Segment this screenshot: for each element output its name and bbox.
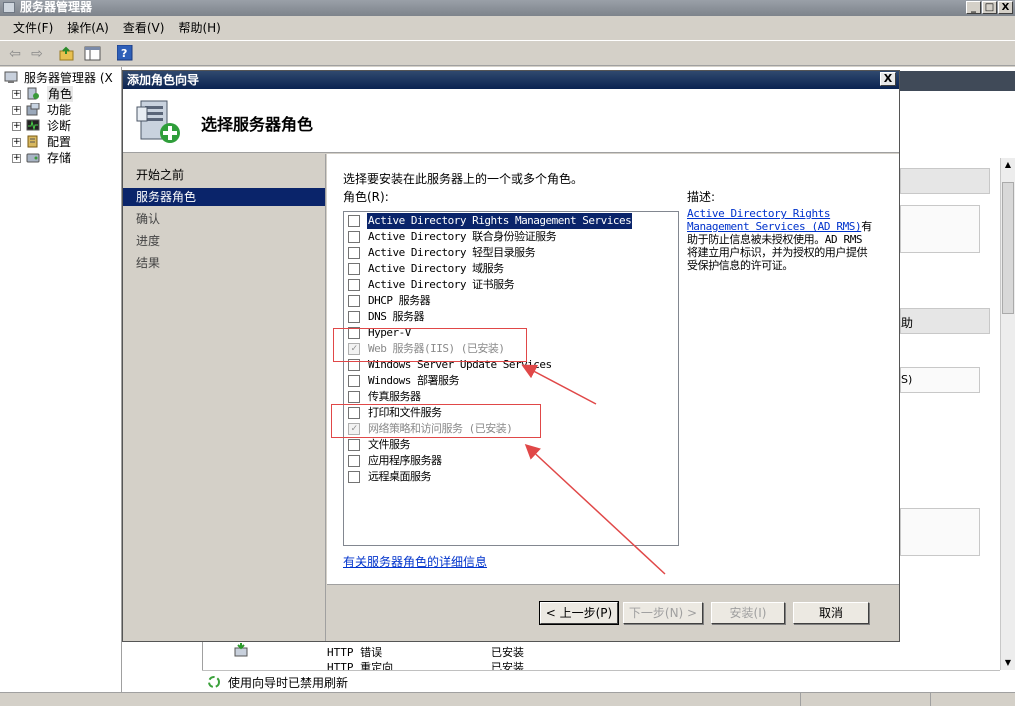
annotation-arrow-2: [524, 443, 666, 575]
annotation-arrows: [521, 364, 666, 575]
annotation-arrow-1: [521, 364, 597, 405]
